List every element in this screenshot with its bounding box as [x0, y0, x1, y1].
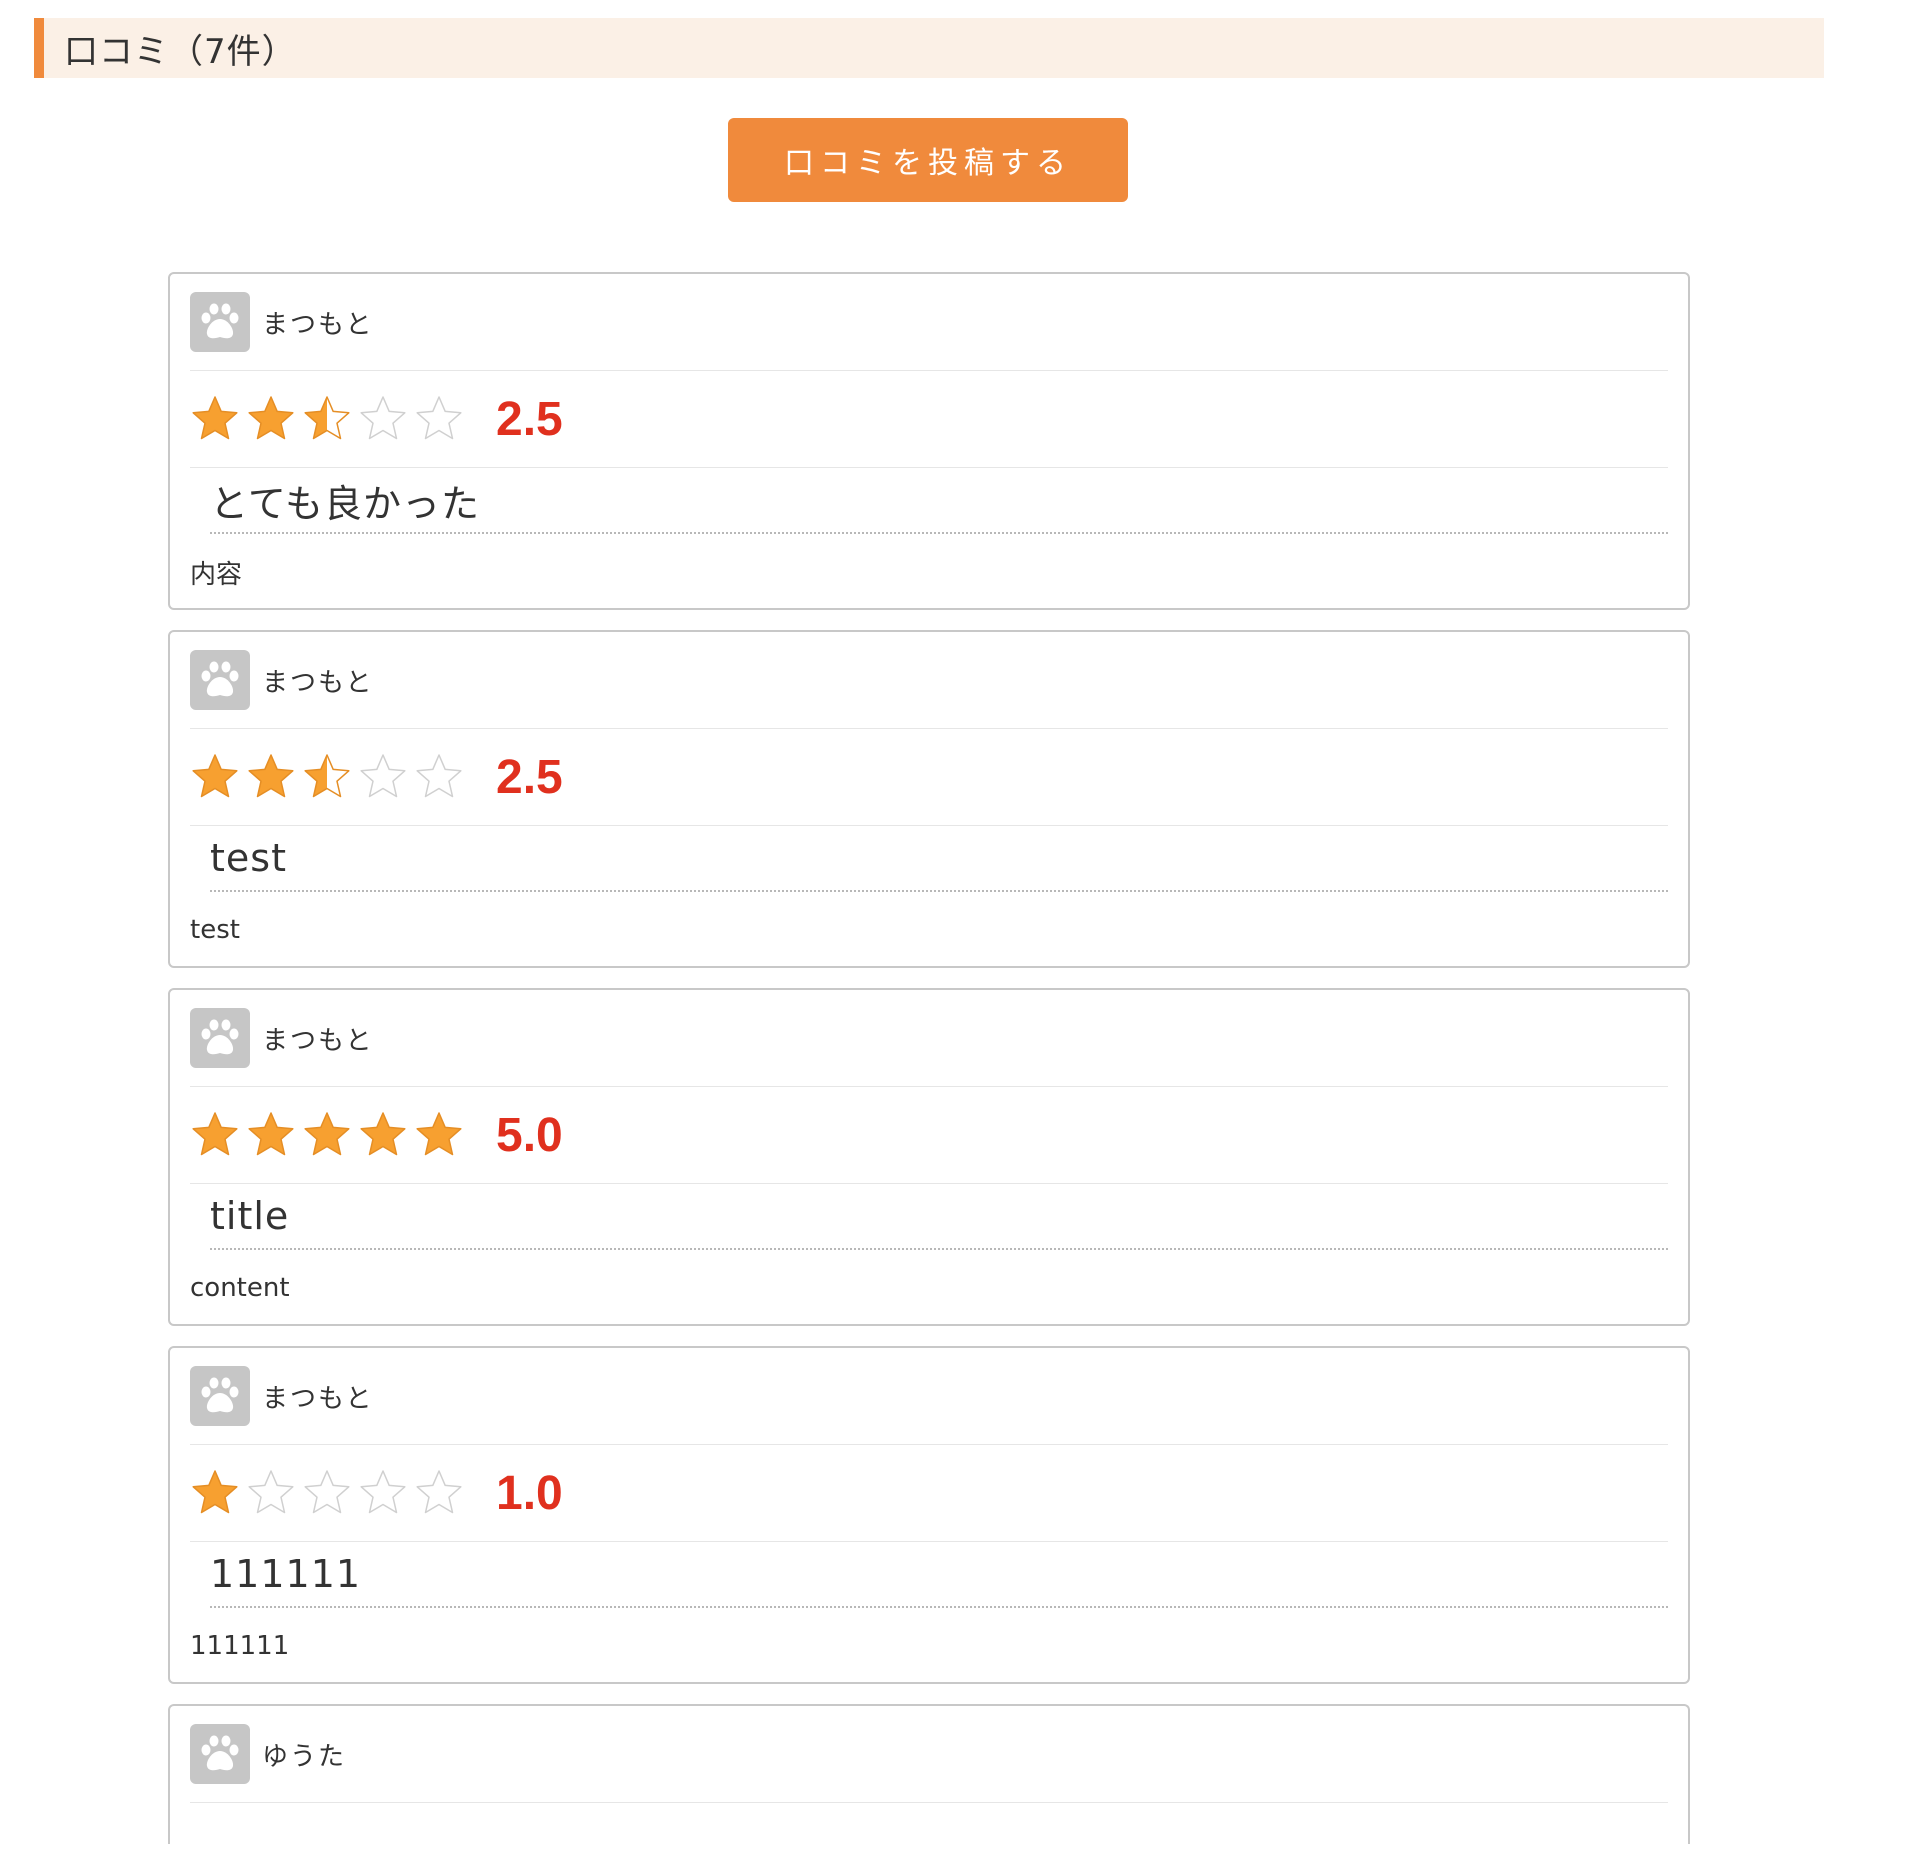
star-rating	[190, 1110, 470, 1160]
star-empty-icon	[416, 754, 462, 798]
review-title: test	[210, 826, 1668, 892]
review-username: ゆうた	[262, 1741, 347, 1772]
rating-value: 2.5	[496, 392, 563, 446]
review-rating-row: 2.5	[190, 729, 1668, 826]
star-filled-icon	[192, 1112, 238, 1156]
star-filled-icon	[248, 754, 294, 798]
review-title: 111111	[210, 1542, 1668, 1608]
review-user-row: まつもと	[190, 990, 1668, 1087]
paw-icon	[201, 1377, 239, 1413]
review-user-row: ゆうた	[190, 1706, 1668, 1803]
review-card: ゆうた	[168, 1704, 1690, 1844]
review-content: content	[190, 1273, 290, 1303]
review-card: まつもと 2.5 とても良かった 内容	[168, 272, 1690, 610]
review-card: まつもと 1.0 111111 111111	[168, 1346, 1690, 1684]
avatar	[190, 1724, 250, 1784]
star-empty-icon	[360, 754, 406, 798]
rating-value: 2.5	[496, 750, 563, 804]
star-filled-icon	[360, 1112, 406, 1156]
review-card: まつもと 2.5 test test	[168, 630, 1690, 968]
avatar	[190, 292, 250, 352]
star-filled-icon	[192, 754, 238, 798]
avatar	[190, 1366, 250, 1426]
star-half-icon	[304, 754, 350, 798]
reviews-section-header: 口コミ（7件）	[34, 18, 1824, 78]
review-username: まつもと	[262, 667, 374, 698]
rating-value: 1.0	[496, 1466, 563, 1520]
paw-icon	[201, 1019, 239, 1055]
paw-icon	[201, 303, 239, 339]
star-filled-icon	[248, 396, 294, 440]
review-user-row: まつもと	[190, 632, 1668, 729]
star-empty-icon	[416, 396, 462, 440]
review-username: まつもと	[262, 309, 374, 340]
review-list: まつもと 2.5 とても良かった 内容 まつもと 2.5 test test ま…	[168, 272, 1690, 1864]
review-title: とても良かった	[210, 468, 1668, 534]
review-content: test	[190, 915, 240, 945]
star-filled-icon	[304, 1112, 350, 1156]
paw-icon	[201, 661, 239, 697]
star-empty-icon	[304, 1470, 350, 1514]
star-filled-icon	[192, 1470, 238, 1514]
post-review-button[interactable]: 口コミを投稿する	[728, 118, 1128, 202]
star-rating	[190, 394, 470, 444]
review-title: title	[210, 1184, 1668, 1250]
review-rating-row: 2.5	[190, 371, 1668, 468]
star-empty-icon	[416, 1470, 462, 1514]
avatar	[190, 1008, 250, 1068]
rating-value: 5.0	[496, 1108, 563, 1162]
review-user-row: まつもと	[190, 274, 1668, 371]
star-filled-icon	[248, 1112, 294, 1156]
review-username: まつもと	[262, 1025, 374, 1056]
star-filled-icon	[192, 396, 238, 440]
star-rating	[190, 752, 470, 802]
paw-icon	[201, 1735, 239, 1771]
star-empty-icon	[360, 396, 406, 440]
star-empty-icon	[248, 1470, 294, 1514]
review-username: まつもと	[262, 1383, 374, 1414]
review-content: 内容	[190, 559, 243, 590]
section-title: 口コミ（7件）	[64, 31, 297, 72]
review-rating-row: 1.0	[190, 1445, 1668, 1542]
star-half-icon	[304, 396, 350, 440]
review-content: 111111	[190, 1631, 290, 1661]
review-user-row: まつもと	[190, 1348, 1668, 1445]
review-card: まつもと 5.0 title content	[168, 988, 1690, 1326]
avatar	[190, 650, 250, 710]
star-rating	[190, 1468, 470, 1518]
star-empty-icon	[360, 1470, 406, 1514]
star-filled-icon	[416, 1112, 462, 1156]
review-rating-row: 5.0	[190, 1087, 1668, 1184]
